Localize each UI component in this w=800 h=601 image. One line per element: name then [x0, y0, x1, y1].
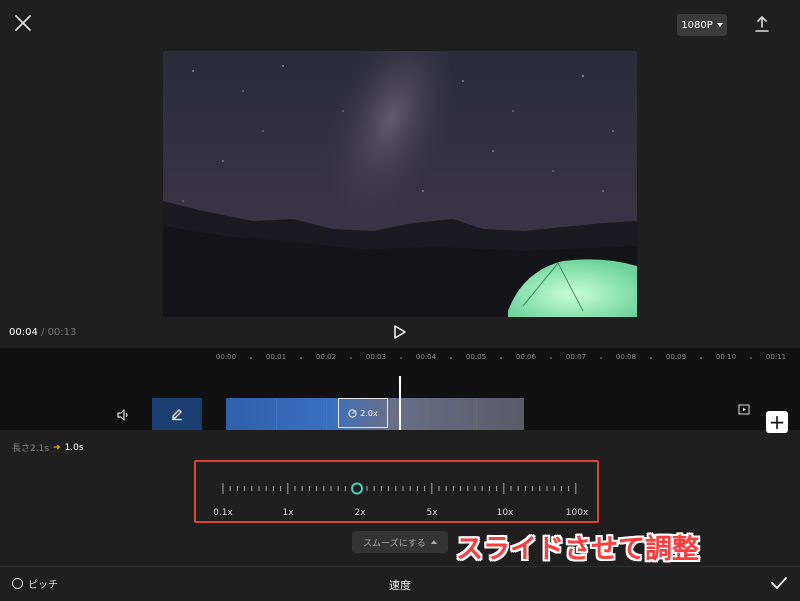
tick-dot [550, 357, 552, 359]
close-icon[interactable] [12, 12, 34, 34]
volume-icon[interactable] [116, 408, 130, 422]
panel-title: 速度 [389, 579, 411, 592]
arrow-right-icon: ➜ [53, 442, 61, 453]
tick-dot [350, 357, 352, 359]
tick-label: 00:07 [565, 353, 587, 361]
tick-label: 00:11 [765, 353, 787, 361]
smooth-button[interactable]: スムーズにする [352, 531, 448, 553]
resolution-label: 1080P [681, 19, 713, 31]
tick-dot [450, 357, 452, 359]
tick-dot [600, 357, 602, 359]
original-length: 長さ2.1s [12, 444, 50, 454]
checkmark-icon[interactable] [769, 574, 789, 592]
playhead[interactable] [399, 376, 401, 430]
tick-label: 00:00 [215, 353, 237, 361]
tick-label: 00:05 [465, 353, 487, 361]
length-info: 長さ2.1s ➜ 1.0s [12, 441, 84, 455]
add-clip-button[interactable]: + [766, 411, 788, 433]
time-readout: 00:04 / 00:13 [9, 327, 76, 338]
tick-dot [700, 357, 702, 359]
tick-label: 00:03 [365, 353, 387, 361]
tick-label: 00:06 [515, 353, 537, 361]
total-duration: 00:13 [47, 327, 77, 338]
highlight-box [194, 460, 599, 523]
speed-gauge-icon [348, 408, 357, 418]
export-icon[interactable] [752, 14, 772, 34]
clip-speed-label: 2.0x [360, 408, 378, 418]
tick-label: 00:09 [665, 353, 687, 361]
edit-clip-button[interactable] [152, 398, 202, 430]
current-time: 00:04 [9, 327, 38, 338]
chevron-up-icon [430, 540, 437, 544]
tick-dot [750, 357, 752, 359]
play-icon[interactable] [393, 324, 407, 340]
resolution-dropdown[interactable]: 1080P [677, 14, 727, 36]
tick-label: 00:02 [315, 353, 337, 361]
tick-dot [300, 357, 302, 359]
tick-dot [400, 357, 402, 359]
plus-icon: + [768, 410, 786, 434]
video-preview [163, 51, 637, 317]
time-separator: / [41, 327, 45, 338]
new-length: 1.0s [64, 442, 84, 453]
tick-label: 00:01 [265, 353, 287, 361]
tick-label: 00:08 [615, 353, 637, 361]
clip-speed-badge: 2.0x [338, 398, 388, 428]
pencil-icon [172, 409, 182, 421]
preview-play-icon[interactable] [738, 404, 750, 415]
smooth-label: スムーズにする [363, 538, 426, 549]
tick-dot [250, 357, 252, 359]
tick-dot [650, 357, 652, 359]
tick-label: 00:04 [415, 353, 437, 361]
tick-dot [500, 357, 502, 359]
annotation-text: スライドさせて調整 [456, 534, 699, 565]
chevron-down-icon [716, 23, 723, 27]
tick-label: 00:10 [715, 353, 737, 361]
